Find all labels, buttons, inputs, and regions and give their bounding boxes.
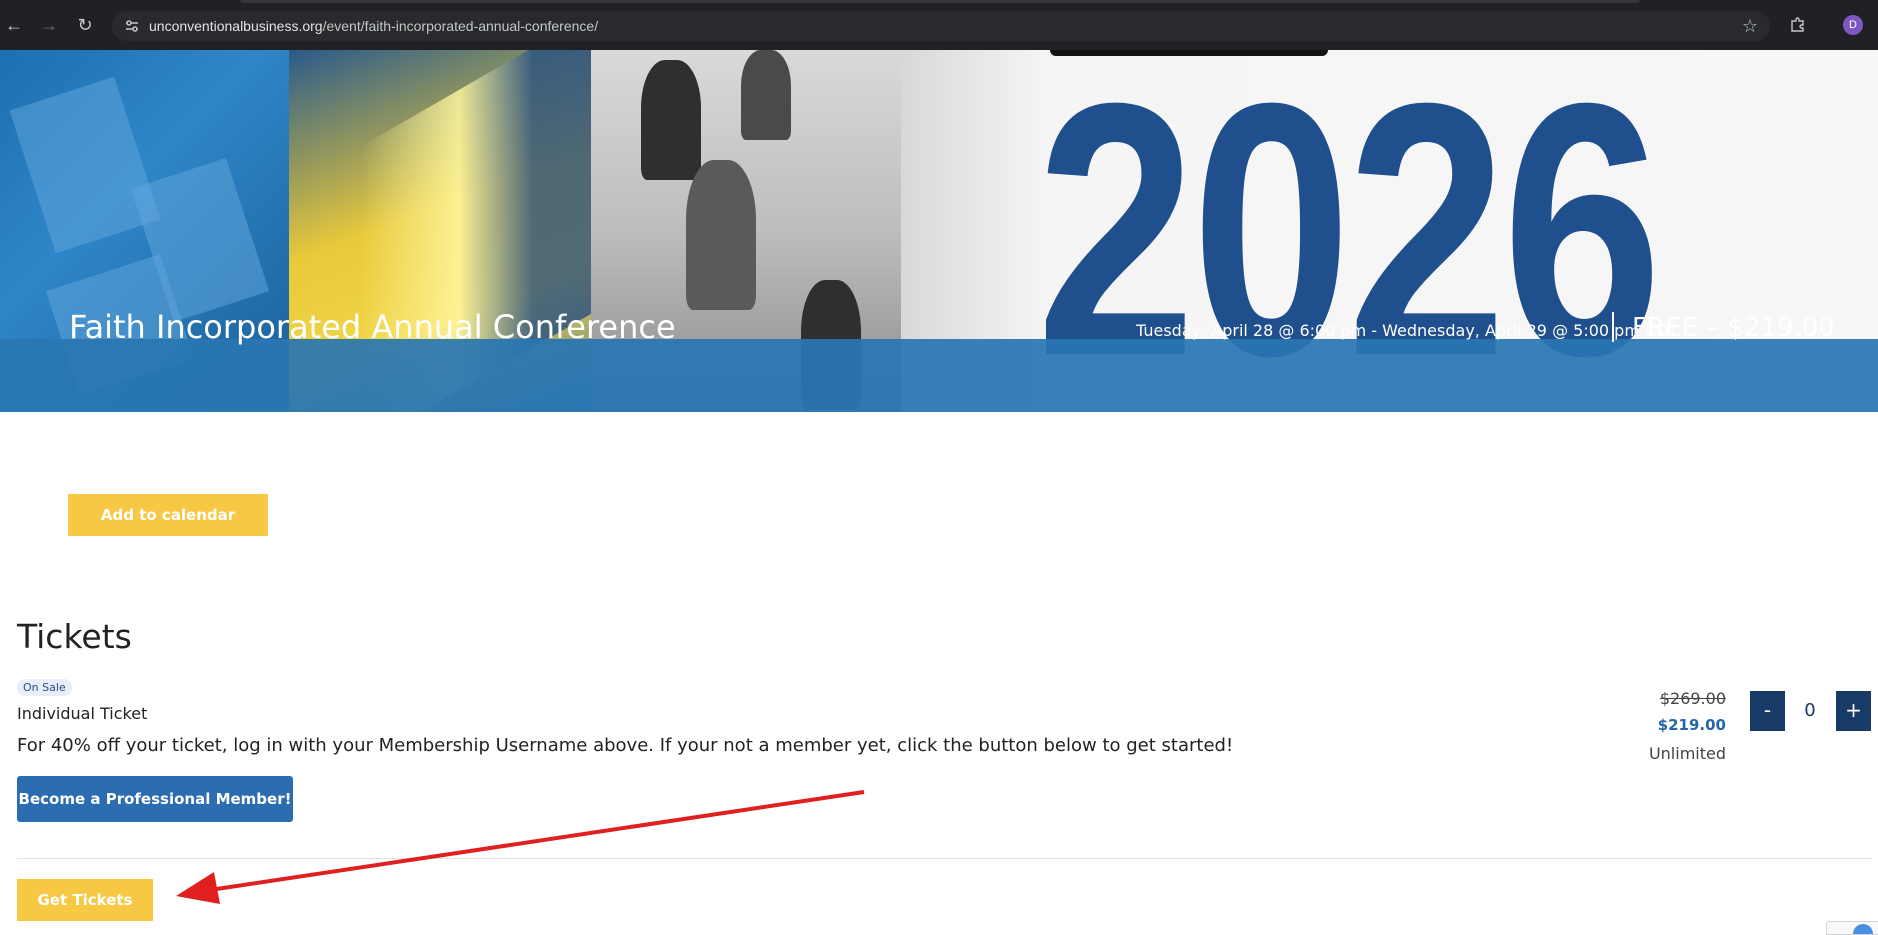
ticket-name: Individual Ticket <box>17 704 148 723</box>
quantity-increase-button[interactable]: + <box>1836 691 1871 731</box>
hero-separator <box>1612 312 1614 342</box>
profile-avatar[interactable]: D <box>1843 15 1863 35</box>
url-path: /event/faith-incorporated-annual-confere… <box>322 18 599 34</box>
original-price: $269.00 <box>1659 689 1726 708</box>
event-dates: Tuesday, April 28 @ 6:00 pm - Wednesday,… <box>1136 321 1679 340</box>
event-hero-banner: 2026 <box>0 50 1878 412</box>
tab-strip-edge <box>240 0 1640 3</box>
quantity-value[interactable]: 0 <box>1790 700 1830 722</box>
event-price-range: FREE – $219.00 <box>1632 313 1835 343</box>
url-domain: unconventionalbusiness.org <box>149 18 323 34</box>
arrow-shaft <box>209 790 865 892</box>
hero-title-band <box>0 339 1878 412</box>
ticket-description: For 40% off your ticket, log in with you… <box>17 735 1234 756</box>
arrow-head <box>176 872 220 904</box>
add-to-calendar-button[interactable]: Add to calendar <box>68 494 268 536</box>
quantity-decrease-button[interactable]: - <box>1750 691 1785 731</box>
forward-arrow-icon[interactable]: → <box>38 14 60 36</box>
browser-toolbar: ← → ↻ unconventionalbusiness.org/event/f… <box>0 0 1878 50</box>
back-arrow-icon[interactable]: ← <box>3 14 25 36</box>
site-settings-icon[interactable] <box>124 18 140 34</box>
url-text[interactable]: unconventionalbusiness.org/event/faith-i… <box>149 18 598 34</box>
event-title: Faith Incorporated Annual Conference <box>69 308 676 346</box>
on-sale-badge: On Sale <box>17 679 72 696</box>
get-tickets-button[interactable]: Get Tickets <box>17 879 153 921</box>
bookmark-star-icon[interactable]: ☆ <box>1742 16 1758 36</box>
address-bar[interactable]: unconventionalbusiness.org/event/faith-i… <box>112 11 1770 41</box>
reload-icon[interactable]: ↻ <box>74 14 96 36</box>
tickets-heading: Tickets <box>17 617 132 656</box>
ticket-availability: Unlimited <box>1648 744 1726 763</box>
sale-price: $219.00 <box>1657 716 1726 734</box>
become-member-button[interactable]: Become a Professional Member! <box>17 776 293 822</box>
extensions-puzzle-icon[interactable] <box>1789 16 1807 34</box>
tickets-divider <box>17 858 1873 859</box>
